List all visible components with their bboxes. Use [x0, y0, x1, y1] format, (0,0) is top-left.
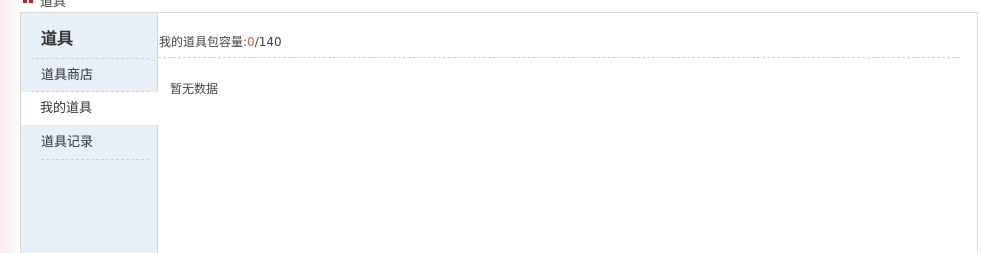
header-title: 道具	[40, 0, 67, 10]
content-divider	[158, 57, 960, 58]
main-content: 我的道具包容量:0/140 暂无数据	[158, 13, 977, 253]
sidebar-item-my-props[interactable]: 我的道具	[21, 92, 159, 125]
header-grid-icon	[23, 0, 33, 3]
capacity-used: 0	[247, 35, 255, 49]
sidebar-item-label: 道具商店	[41, 68, 94, 83]
sidebar-item-prop-records[interactable]: 道具记录	[21, 126, 158, 160]
capacity-total: /140	[254, 35, 282, 49]
sidebar-item-label: 我的道具	[40, 101, 93, 116]
sidebar-title: 道具	[41, 29, 74, 48]
empty-state-text: 暂无数据	[170, 82, 219, 96]
sidebar: 道具 道具商店 我的道具 道具记录	[21, 13, 159, 253]
props-panel: 道具 道具商店 我的道具 道具记录 我的道具包容量:0/140 暂无数据	[20, 12, 978, 253]
capacity-info: 我的道具包容量:0/140	[159, 33, 282, 50]
sidebar-item-label: 道具记录	[41, 135, 94, 150]
capacity-label: 我的道具包容量:	[159, 35, 248, 49]
sidebar-item-prop-shop[interactable]: 道具商店	[21, 59, 158, 92]
